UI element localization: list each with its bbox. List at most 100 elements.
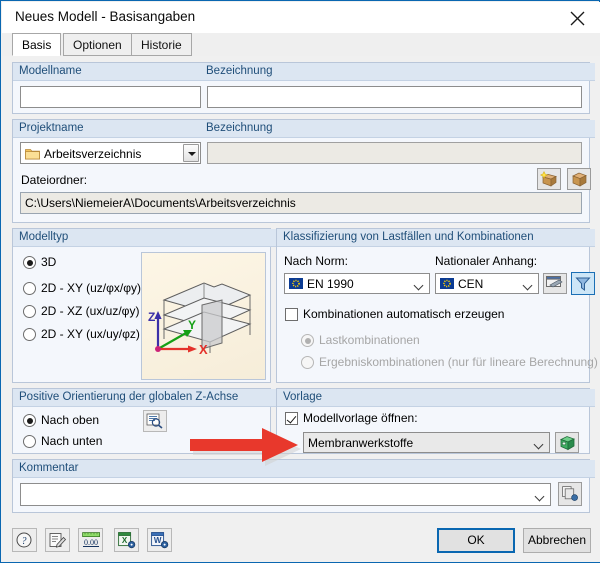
model-description-input[interactable] <box>207 86 582 108</box>
excel-export-icon: X <box>118 532 136 549</box>
template-combo[interactable]: Membranwerkstoffe <box>303 432 550 453</box>
auto-combinations-label: Kombinationen automatisch erzeugen <box>303 307 505 321</box>
file-folder-label: Dateiordner: <box>21 173 88 187</box>
radio-3d[interactable] <box>23 256 36 269</box>
radio-3d-label: 3D <box>41 255 57 269</box>
svg-text:?: ? <box>22 536 27 547</box>
svg-text:X: X <box>199 342 208 357</box>
comment-group-body <box>13 477 589 512</box>
excel-button[interactable]: X <box>114 528 139 552</box>
red-arrow-annotation <box>190 428 301 466</box>
project-name-header-label: Projektname <box>19 122 84 134</box>
template-open-button[interactable] <box>555 432 579 453</box>
edit-pencil-icon <box>49 533 67 548</box>
cancel-button[interactable]: Abbrechen <box>523 528 591 553</box>
radio-result-combinations-label: Ergebniskombinationen (nur für lineare B… <box>319 355 598 369</box>
project-description-input[interactable] <box>207 142 582 164</box>
copy-pages-icon <box>562 486 578 501</box>
filter-button[interactable] <box>571 272 595 295</box>
eu-flag-icon <box>289 278 303 289</box>
radio-load-combinations[interactable] <box>301 334 314 347</box>
building-3d-preview: Z Y X <box>148 282 252 357</box>
template-group: Vorlage Modellvorlage öffnen: Membranwer… <box>276 388 595 454</box>
help-button[interactable]: ? <box>12 528 37 552</box>
open-template-checkbox[interactable] <box>285 412 298 425</box>
svg-text:X: X <box>122 536 128 545</box>
radio-2d-xz-label: 2D - XZ (ux/uz/φy) <box>41 304 140 318</box>
model-type-group: Modelltyp 3D 2D - XY (uz/φx/φy) 2D - XZ … <box>12 228 276 383</box>
orientation-group-header: Positive Orientierung der globalen Z-Ach… <box>13 389 276 407</box>
classification-group-body: Nach Norm: Nationaler Anhang: EN 1990 CE… <box>277 246 598 382</box>
edit-button[interactable] <box>45 528 70 552</box>
window-title: Neues Modell - Basisangaben <box>15 9 196 24</box>
model-name-header-label: Modellname <box>19 65 82 77</box>
annex-combo[interactable]: CEN <box>435 273 539 294</box>
project-name-combo[interactable]: Arbeitsverzeichnis <box>20 142 201 164</box>
radio-load-combinations-label: Lastkombinationen <box>319 333 420 347</box>
annex-combo-value: CEN <box>458 277 484 291</box>
template-group-body: Modellvorlage öffnen: Membranwerkstoffe <box>277 406 589 453</box>
project-name-combo-arrow[interactable] <box>183 144 199 162</box>
word-button[interactable]: W <box>147 528 172 552</box>
tab-basis[interactable]: Basis <box>12 33 62 56</box>
svg-text:Y: Y <box>188 318 196 332</box>
template-combo-chevron[interactable] <box>535 441 544 446</box>
radio-up[interactable] <box>23 414 36 427</box>
open-project-box-icon <box>572 172 587 187</box>
ok-button[interactable]: OK <box>437 528 515 553</box>
dialog-window: Neues Modell - Basisangaben Basis Option… <box>0 0 600 563</box>
units-ruler-icon: 0.00 <box>82 532 101 547</box>
preview-magnifier-icon <box>146 413 163 429</box>
radio-down[interactable] <box>23 435 36 448</box>
new-project-button[interactable] <box>537 168 561 190</box>
model-name-group-header: Modellname Bezeichnung <box>13 63 595 81</box>
model-name-input[interactable] <box>20 86 201 108</box>
filter-funnel-icon <box>575 277 591 291</box>
standard-label: Nach Norm: <box>284 254 349 268</box>
standard-combo[interactable]: EN 1990 <box>284 273 430 294</box>
units-button[interactable]: 0.00 <box>78 528 103 552</box>
standard-combo-value: EN 1990 <box>307 277 354 291</box>
radio-result-combinations[interactable] <box>301 356 314 369</box>
annex-label: Nationaler Anhang: <box>435 254 538 268</box>
model-type-group-body: 3D 2D - XY (uz/φx/φy) 2D - XZ (ux/uz/φy)… <box>13 246 270 382</box>
word-export-icon: W <box>151 532 169 549</box>
project-group-header: Projektname Bezeichnung <box>13 120 595 138</box>
radio-2d-xy-ux[interactable] <box>23 328 36 341</box>
radio-2d-xy-ux-label: 2D - XY (ux/uy/φz) <box>41 327 140 341</box>
close-icon <box>570 11 585 26</box>
classification-group: Klassifizierung von Lastfällen und Kombi… <box>276 228 598 383</box>
project-group: Projektname Bezeichnung Arbeitsverzeichn… <box>12 119 595 223</box>
green-box-open-icon <box>559 436 576 451</box>
svg-text:0.00: 0.00 <box>84 538 98 547</box>
comment-combo[interactable] <box>20 483 551 506</box>
file-folder-path: C:\Users\NiemeierA\Documents\Arbeitsverz… <box>20 192 582 214</box>
radio-2d-xy-uz[interactable] <box>23 282 36 295</box>
project-name-combo-value: Arbeitsverzeichnis <box>44 147 142 161</box>
comment-copy-button[interactable] <box>558 482 582 506</box>
model-desc-header-label: Bezeichnung <box>206 65 273 77</box>
tab-historie[interactable]: Historie <box>131 33 192 56</box>
folder-icon <box>25 149 40 160</box>
close-button[interactable] <box>555 2 600 33</box>
model-name-group: Modellname Bezeichnung <box>12 62 595 114</box>
svg-text:Z: Z <box>148 310 155 324</box>
title-bar: Neues Modell - Basisangaben <box>2 2 600 33</box>
tab-optionen[interactable]: Optionen <box>63 33 132 56</box>
radio-2d-xy-uz-label: 2D - XY (uz/φx/φy) <box>41 281 142 295</box>
comment-combo-chevron[interactable] <box>536 493 545 498</box>
project-desc-header-label: Bezeichnung <box>206 122 273 134</box>
template-combo-value: Membranwerkstoffe <box>308 436 414 450</box>
new-project-box-icon <box>540 171 557 187</box>
annex-settings-button[interactable] <box>543 273 567 294</box>
annex-combo-chevron[interactable] <box>524 282 533 287</box>
model-name-group-body <box>13 80 589 113</box>
orientation-preview-button[interactable] <box>143 410 167 432</box>
open-template-label: Modellvorlage öffnen: <box>303 411 418 425</box>
svg-text:W: W <box>154 536 162 545</box>
auto-combinations-checkbox[interactable] <box>285 308 298 321</box>
open-project-button[interactable] <box>567 168 591 190</box>
standard-combo-chevron[interactable] <box>415 282 424 287</box>
radio-2d-xz[interactable] <box>23 305 36 318</box>
model-preview: Z Y X <box>141 252 266 380</box>
